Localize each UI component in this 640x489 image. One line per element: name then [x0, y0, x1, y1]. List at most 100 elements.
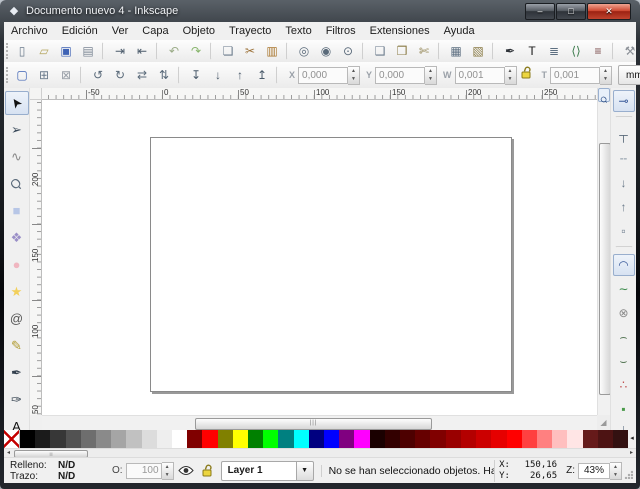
- snap-bbox-centers-button[interactable]: ▫: [613, 220, 635, 242]
- layer-lock-icon[interactable]: [202, 464, 213, 477]
- create-clone-button[interactable]: ❒: [391, 40, 413, 62]
- x-field[interactable]: 0,000▲▼: [298, 66, 360, 85]
- ungroup-button[interactable]: ▧: [467, 40, 489, 62]
- zoom-steppers[interactable]: ▲▼: [610, 462, 622, 480]
- flip-horizontal-button[interactable]: ⇄: [131, 64, 153, 86]
- pencil-tool-button[interactable]: ✎: [5, 334, 29, 358]
- ellipse-tool-button[interactable]: ●: [5, 253, 29, 277]
- fill-stroke-indicator[interactable]: Relleno:N/D Trazo:N/D: [4, 460, 106, 482]
- deselect-button[interactable]: ⊠: [55, 64, 77, 86]
- palette-swatch[interactable]: [370, 430, 385, 448]
- palette-swatch[interactable]: [339, 430, 354, 448]
- align-dialog-button[interactable]: ≡: [587, 40, 609, 62]
- pen-tool-button[interactable]: ✒: [5, 361, 29, 385]
- palette-swatch[interactable]: [537, 430, 552, 448]
- cut-button[interactable]: ✂: [239, 40, 261, 62]
- duplicate-button[interactable]: ❑: [369, 40, 391, 62]
- flip-vertical-button[interactable]: ⇅: [153, 64, 175, 86]
- zoom-selection-button[interactable]: ◎: [293, 40, 315, 62]
- x-steppers[interactable]: ▲▼: [348, 66, 360, 85]
- unlink-clone-button[interactable]: ✄: [413, 40, 435, 62]
- snap-bbox-button[interactable]: ┬: [613, 124, 635, 146]
- rotate-cw-button[interactable]: ↻: [109, 64, 131, 86]
- palette-swatch[interactable]: [446, 430, 461, 448]
- palette-scrollbar-left-arrow[interactable]: ◂: [4, 449, 13, 457]
- palette-none-swatch[interactable]: [4, 430, 20, 448]
- menu-item[interactable]: Capa: [135, 22, 175, 40]
- palette-scroll-left-icon[interactable]: ◂: [628, 430, 636, 448]
- vertical-scrollbar[interactable]: Ϙ: [597, 88, 610, 415]
- y-field[interactable]: 0,000▲▼: [375, 66, 437, 85]
- snap-object-centers-button[interactable]: ▪: [613, 398, 635, 420]
- menu-item[interactable]: Objeto: [176, 22, 222, 40]
- minimize-button[interactable]: –: [525, 3, 555, 20]
- snap-path-intersections-button[interactable]: ⊗: [613, 302, 635, 324]
- vertical-ruler[interactable]: 20015010050: [30, 100, 42, 415]
- paste-button[interactable]: ▥: [261, 40, 283, 62]
- palette-swatch[interactable]: [157, 430, 172, 448]
- new-document-button[interactable]: ▯: [11, 40, 33, 62]
- palette-swatch[interactable]: [263, 430, 278, 448]
- window-resize-grip[interactable]: [624, 470, 633, 479]
- palette-swatch[interactable]: [35, 430, 50, 448]
- layer-dropdown[interactable]: Layer 1: [221, 461, 297, 481]
- snap-midpoints-button[interactable]: ∴: [613, 374, 635, 396]
- lower-button[interactable]: ↓: [207, 64, 229, 86]
- menu-item[interactable]: Extensiones: [363, 22, 437, 40]
- palette-swatch[interactable]: [491, 430, 506, 448]
- menu-item[interactable]: Archivo: [4, 22, 55, 40]
- zoom-drawing-button[interactable]: ◉: [315, 40, 337, 62]
- palette-swatch[interactable]: [233, 430, 248, 448]
- layer-visibility-eye-icon[interactable]: [178, 465, 194, 476]
- palette-swatch[interactable]: [309, 430, 324, 448]
- horizontal-scrollbar-thumb[interactable]: |||: [195, 418, 432, 430]
- copy-button[interactable]: ❏: [217, 40, 239, 62]
- palette-swatch[interactable]: [20, 430, 35, 448]
- snap-bbox-corners-button[interactable]: ↓: [613, 172, 635, 194]
- save-document-button[interactable]: ▣: [55, 40, 77, 62]
- snap-enable-button[interactable]: ⊸: [613, 90, 635, 112]
- menu-item[interactable]: Texto: [278, 22, 318, 40]
- palette-swatch[interactable]: [522, 430, 537, 448]
- palette-swatch[interactable]: [567, 430, 582, 448]
- xml-editor-button[interactable]: ⟨⟩: [565, 40, 587, 62]
- import-button[interactable]: ⇥: [109, 40, 131, 62]
- sticky-zoom-button[interactable]: Ϙ: [598, 88, 610, 102]
- spiral-tool-button[interactable]: @: [5, 307, 29, 331]
- palette-swatch[interactable]: [385, 430, 400, 448]
- palette-swatch[interactable]: [142, 430, 157, 448]
- opacity-steppers[interactable]: ▲▼: [162, 462, 174, 480]
- palette-swatch[interactable]: [294, 430, 309, 448]
- close-button[interactable]: ✕: [587, 3, 631, 20]
- undo-button[interactable]: ↶: [163, 40, 185, 62]
- snap-bbox-midpoints-button[interactable]: ↑: [613, 196, 635, 218]
- box3d-tool-button[interactable]: ❖: [5, 226, 29, 250]
- selector-tool-button[interactable]: ➤: [5, 91, 29, 115]
- palette-swatch[interactable]: [218, 430, 233, 448]
- zoom-tool-button[interactable]: Ϙ: [5, 172, 29, 196]
- palette-swatch[interactable]: [552, 430, 567, 448]
- horizontal-ruler[interactable]: -50050100150200250300: [42, 88, 597, 100]
- tweak-tool-button[interactable]: ∿: [5, 145, 29, 169]
- palette-swatch[interactable]: [81, 430, 96, 448]
- palette-swatch[interactable]: [202, 430, 217, 448]
- palette-swatch[interactable]: [172, 430, 187, 448]
- maximize-button[interactable]: □: [556, 3, 586, 20]
- palette-swatch[interactable]: [598, 430, 613, 448]
- width-steppers[interactable]: ▲▼: [505, 66, 517, 85]
- palette-swatch[interactable]: [461, 430, 476, 448]
- palette-swatch[interactable]: [126, 430, 141, 448]
- y-steppers[interactable]: ▲▼: [425, 66, 437, 85]
- raise-button[interactable]: ↑: [229, 64, 251, 86]
- palette-swatch[interactable]: [111, 430, 126, 448]
- zoom-page-button[interactable]: ⊙: [337, 40, 359, 62]
- select-all-button[interactable]: ▢: [11, 64, 33, 86]
- palette-swatch[interactable]: [324, 430, 339, 448]
- palette-swatch[interactable]: [583, 430, 598, 448]
- open-document-button[interactable]: ▱: [33, 40, 55, 62]
- menu-item[interactable]: Ayuda: [437, 22, 482, 40]
- raise-to-top-button[interactable]: ↥: [251, 64, 273, 86]
- snap-bbox-edges-button[interactable]: ╌: [613, 148, 635, 170]
- palette-swatch[interactable]: [66, 430, 81, 448]
- select-all-layers-button[interactable]: ⊞: [33, 64, 55, 86]
